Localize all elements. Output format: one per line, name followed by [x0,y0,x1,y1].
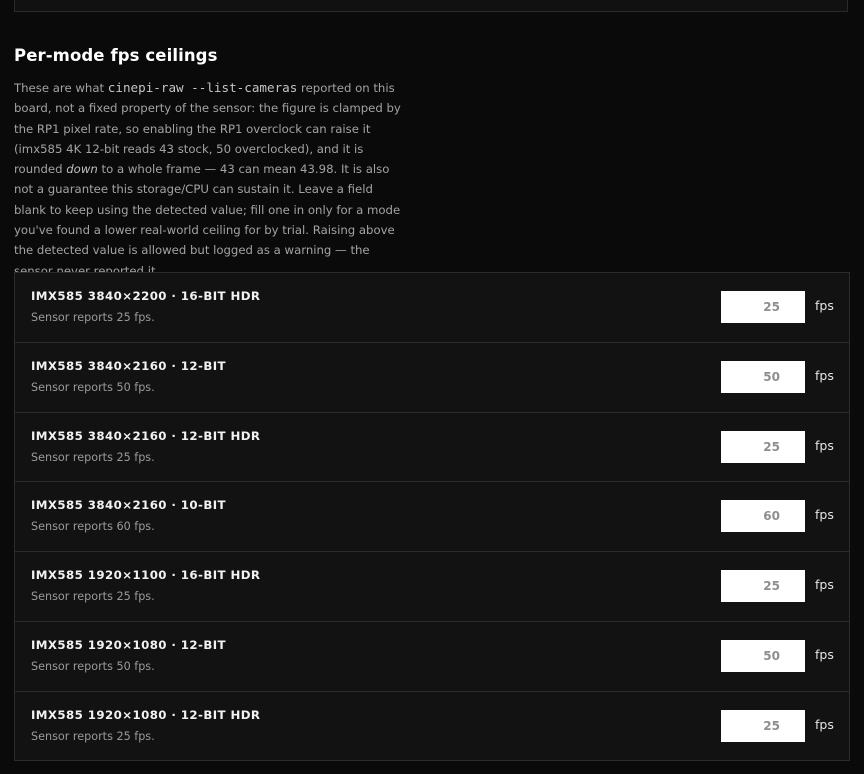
mode-sensor-report: Sensor reports 60 fps. [31,520,155,534]
fps-unit-label: fps [815,437,834,453]
description-end: to a whole frame — 43 can mean 43.98. It… [14,162,401,278]
mode-sensor-report: Sensor reports 25 fps. [31,311,155,324]
mode-row: IMX585 1920×1080 · 12-BIT HDR Sensor rep… [15,692,849,762]
mode-title: IMX585 3840×2160 · 12-BIT HDR [31,428,261,443]
fps-ceiling-input[interactable] [721,570,805,603]
fps-ceiling-input[interactable] [721,639,805,672]
fps-ceiling-input[interactable] [721,291,805,323]
fps-unit-label: fps [815,716,834,732]
mode-sensor-report: Sensor reports 25 fps. [31,590,155,604]
mode-row: IMX585 1920×1100 · 16-BIT HDR Sensor rep… [15,552,849,622]
description-command: cinepi-raw --list-cameras [107,80,298,95]
settings-page: Per-mode fps ceilings These are what cin… [0,0,864,774]
mode-title: IMX585 3840×2200 · 16-BIT HDR [31,289,261,303]
fps-unit-label: fps [815,298,834,313]
mode-title: IMX585 1920×1100 · 16-BIT HDR [31,568,261,583]
fps-unit-label: fps [815,367,834,383]
section-title: Per-mode fps ceilings [14,46,218,65]
mode-row: IMX585 1920×1080 · 12-BIT Sensor reports… [15,622,849,692]
mode-title: IMX585 1920×1080 · 12-BIT HDR [31,707,261,722]
fps-ceiling-input[interactable] [721,360,805,393]
mode-sensor-report: Sensor reports 25 fps. [31,729,155,743]
description-emphasis: down [66,162,98,177]
fps-ceiling-input[interactable] [721,500,805,533]
mode-sensor-report: Sensor reports 50 fps. [31,659,155,673]
mode-title: IMX585 3840×2160 · 12-BIT [31,358,226,373]
fps-ceiling-input[interactable] [721,709,805,742]
mode-row: IMX585 3840×2200 · 16-BIT HDR Sensor rep… [15,273,849,343]
fps-ceiling-list: IMX585 3840×2200 · 16-BIT HDR Sensor rep… [14,272,850,761]
mode-sensor-report: Sensor reports 25 fps. [31,450,155,464]
mode-row: IMX585 3840×2160 · 12-BIT Sensor reports… [15,343,849,413]
mode-row: IMX585 3840×2160 · 12-BIT HDR Sensor rep… [15,413,849,483]
description-intro: These are what [14,81,108,95]
mode-title: IMX585 1920×1080 · 12-BIT [31,637,226,652]
fps-ceiling-input[interactable] [721,430,805,463]
mode-row: IMX585 3840×2160 · 10-BIT Sensor reports… [15,482,849,553]
fps-unit-label: fps [815,646,834,662]
mode-sensor-report: Sensor reports 50 fps. [31,380,155,394]
fps-unit-label: fps [815,577,834,593]
section-description: These are what cinepi-raw --list-cameras… [14,78,408,281]
fps-unit-label: fps [815,507,834,523]
mode-title: IMX585 3840×2160 · 10-BIT [31,498,226,513]
previous-section-card [14,0,848,12]
